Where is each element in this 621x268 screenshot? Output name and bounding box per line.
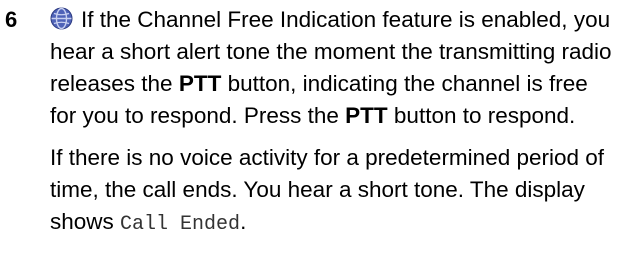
step-paragraph-channel-free: If the Channel Free Indication feature i… [50, 0, 616, 132]
display-message: Call Ended [120, 213, 241, 236]
globe-feature-icon [50, 7, 73, 30]
ptt-button-label: PTT [345, 103, 388, 128]
paragraph-text: . [240, 209, 247, 234]
step-paragraph-call-ended: If there is no voice activity for a pred… [50, 142, 616, 241]
paragraph-text: button to respond. [387, 103, 576, 128]
ptt-button-label: PTT [178, 71, 222, 96]
step-body: If the Channel Free Indication feature i… [50, 0, 616, 241]
procedure-step: 6 If the Channel Free Indication feature… [0, 0, 621, 268]
step-number: 6 [5, 7, 18, 32]
